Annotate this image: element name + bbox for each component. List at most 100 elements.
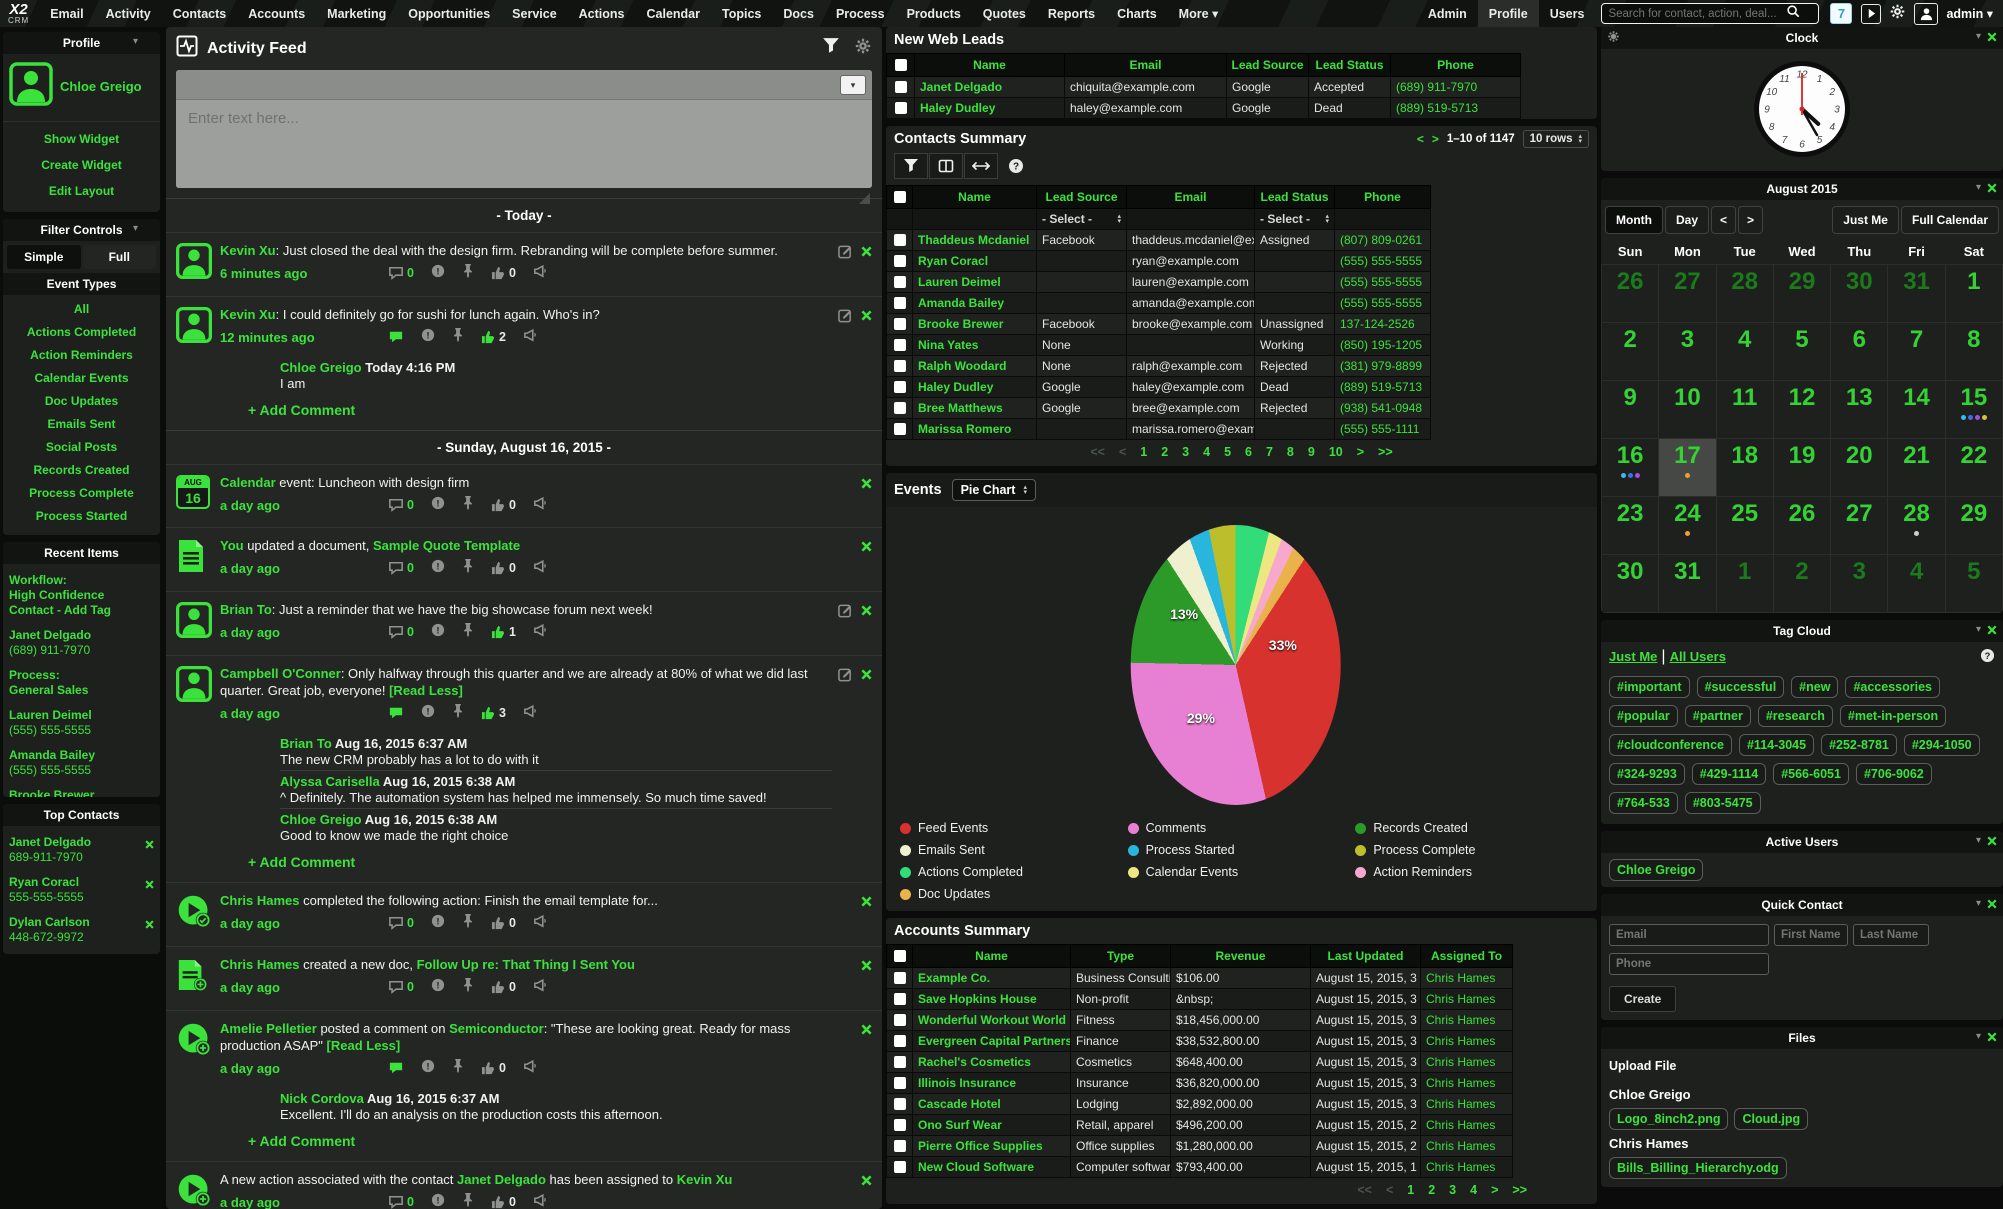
close-icon[interactable] (1987, 182, 1997, 196)
nav-item-process[interactable]: Process (825, 0, 896, 27)
row-checkbox[interactable] (894, 1077, 906, 1089)
tag-pill[interactable]: #partner (1685, 705, 1751, 727)
comment-icon[interactable]: 0 (388, 266, 414, 280)
edit-post-icon[interactable] (838, 603, 853, 643)
sidebar-link-create-widget[interactable]: Create Widget (3, 152, 160, 178)
broadcast-icon[interactable] (533, 914, 549, 933)
delete-post-icon[interactable] (861, 1022, 872, 1149)
pin-icon[interactable] (462, 913, 474, 933)
add-comment-button[interactable]: + Add Comment (248, 1133, 832, 1149)
calendar-day-29[interactable]: 29 (1945, 497, 2002, 555)
important-icon[interactable]: ! (431, 559, 445, 578)
pager-item[interactable]: 7 (1266, 445, 1273, 459)
grid-resize-icon[interactable] (964, 153, 998, 179)
feed-link[interactable]: You (220, 538, 244, 553)
calendar-day-20[interactable]: 20 (1831, 439, 1888, 497)
event-type-action-reminders[interactable]: Action Reminders (3, 343, 160, 366)
comment-icon[interactable] (388, 330, 404, 344)
assigned-user[interactable]: Chris Hames (1421, 1136, 1513, 1157)
row-checkbox[interactable] (894, 360, 906, 372)
x2crm-logo[interactable]: X2 CRM (8, 2, 29, 25)
tag-pill[interactable]: #met-in-person (1840, 705, 1946, 727)
lead-phone[interactable]: (689) 911-7970 (1391, 77, 1521, 98)
like-icon[interactable]: 3 (481, 706, 506, 720)
tag-pill[interactable]: #cloudconference (1609, 734, 1732, 756)
edit-post-icon[interactable] (838, 667, 853, 870)
column-header[interactable]: Lead Status (1255, 186, 1335, 209)
pager-item[interactable]: < (1119, 445, 1126, 459)
collapse-caret-icon[interactable]: ▾ (1976, 182, 1981, 193)
search-icon[interactable] (1786, 4, 1800, 23)
tags-all-users-link[interactable]: All Users (1670, 649, 1726, 664)
pager-item[interactable]: 2 (1161, 445, 1168, 459)
pager-item[interactable]: << (1090, 445, 1105, 459)
tag-pill[interactable]: #114-3045 (1739, 734, 1814, 756)
important-icon[interactable]: ! (421, 704, 435, 723)
collapse-caret-icon[interactable]: ▾ (133, 36, 138, 47)
feed-link[interactable]: Brian To (220, 602, 272, 617)
grid-columns-icon[interactable] (929, 153, 963, 179)
feed-link[interactable]: Chris Hames (220, 893, 299, 908)
chart-type-select[interactable]: Pie Chart ▴▾ (952, 479, 1036, 501)
pager-item[interactable]: 9 (1308, 445, 1315, 459)
calendar-day-26[interactable]: 26 (1773, 497, 1830, 555)
account-name[interactable]: Cascade Hotel (913, 1094, 1071, 1115)
assigned-user[interactable]: Chris Hames (1421, 1031, 1513, 1052)
column-header[interactable]: Name (913, 186, 1037, 209)
nav-item-products[interactable]: Products (896, 0, 972, 27)
comment-author[interactable]: Alyssa Carisella (280, 774, 380, 789)
assigned-user[interactable]: Chris Hames (1421, 1157, 1513, 1178)
column-header[interactable]: Lead Status (1309, 54, 1391, 77)
contact-name[interactable]: Thaddeus Mcdaniel (913, 230, 1037, 251)
assigned-user[interactable]: Chris Hames (1421, 1052, 1513, 1073)
pin-icon[interactable] (462, 622, 474, 642)
row-checkbox[interactable] (895, 81, 907, 93)
important-icon[interactable]: ! (431, 978, 445, 997)
event-type-all[interactable]: All (3, 297, 160, 320)
nav-item-actions[interactable]: Actions (568, 0, 636, 27)
row-checkbox[interactable] (894, 1056, 906, 1068)
feed-link[interactable]: Campbell O'Conner (220, 666, 341, 681)
contact-name[interactable]: Amanda Bailey (913, 293, 1037, 314)
pager-item[interactable]: 3 (1182, 445, 1189, 459)
grid-help-icon[interactable]: ? (999, 153, 1033, 179)
row-checkbox[interactable] (895, 102, 907, 114)
comment-icon[interactable] (388, 1061, 404, 1075)
comment-author[interactable]: Chloe Greigo (280, 812, 362, 827)
assigned-user[interactable]: Chris Hames (1421, 968, 1513, 989)
select-all-checkbox[interactable] (894, 191, 906, 203)
nav-item-calendar[interactable]: Calendar (636, 0, 712, 27)
broadcast-icon[interactable] (533, 264, 549, 283)
collapse-caret-icon[interactable]: ▾ (1976, 31, 1981, 42)
calendar-day-15[interactable]: 15 (1945, 381, 2002, 439)
remove-contact-icon[interactable] (145, 878, 154, 893)
help-icon[interactable]: ? (1980, 648, 1995, 668)
calendar-day-10[interactable]: 10 (1659, 381, 1716, 439)
collapse-caret-icon[interactable]: ▾ (1976, 898, 1981, 909)
calendar-day-14[interactable]: 14 (1888, 381, 1945, 439)
notification-badge[interactable]: 7 (1830, 3, 1852, 24)
calendar-day-27[interactable]: 27 (1831, 497, 1888, 555)
important-icon[interactable]: ! (421, 1059, 435, 1078)
sidebar-link-show-widget[interactable]: Show Widget (3, 126, 160, 152)
collapse-caret-icon[interactable]: ▾ (133, 223, 138, 234)
widget-gear-icon[interactable] (1607, 30, 1620, 46)
column-header[interactable]: Type (1071, 945, 1171, 968)
like-icon[interactable]: 1 (491, 625, 516, 639)
important-icon[interactable]: ! (421, 328, 435, 347)
calendar-day-11[interactable]: 11 (1716, 381, 1773, 439)
row-checkbox[interactable] (894, 1014, 906, 1026)
row-checkbox[interactable] (894, 381, 906, 393)
calendar-day-22[interactable]: 22 (1945, 439, 2002, 497)
account-name[interactable]: Example Co. (913, 968, 1071, 989)
tag-pill[interactable]: #successful (1697, 676, 1785, 698)
composer-resize-handle[interactable] (859, 193, 870, 204)
close-icon[interactable] (1987, 835, 1997, 849)
select-all-checkbox[interactable] (895, 59, 907, 71)
calendar-day-16[interactable]: 16 (1602, 439, 1659, 497)
row-checkbox[interactable] (894, 297, 906, 309)
row-checkbox[interactable] (894, 1119, 906, 1131)
collapse-caret-icon[interactable]: ▾ (1976, 835, 1981, 846)
comment-author[interactable]: Brian To (280, 736, 332, 751)
pager-item[interactable]: 10 (1329, 445, 1343, 459)
